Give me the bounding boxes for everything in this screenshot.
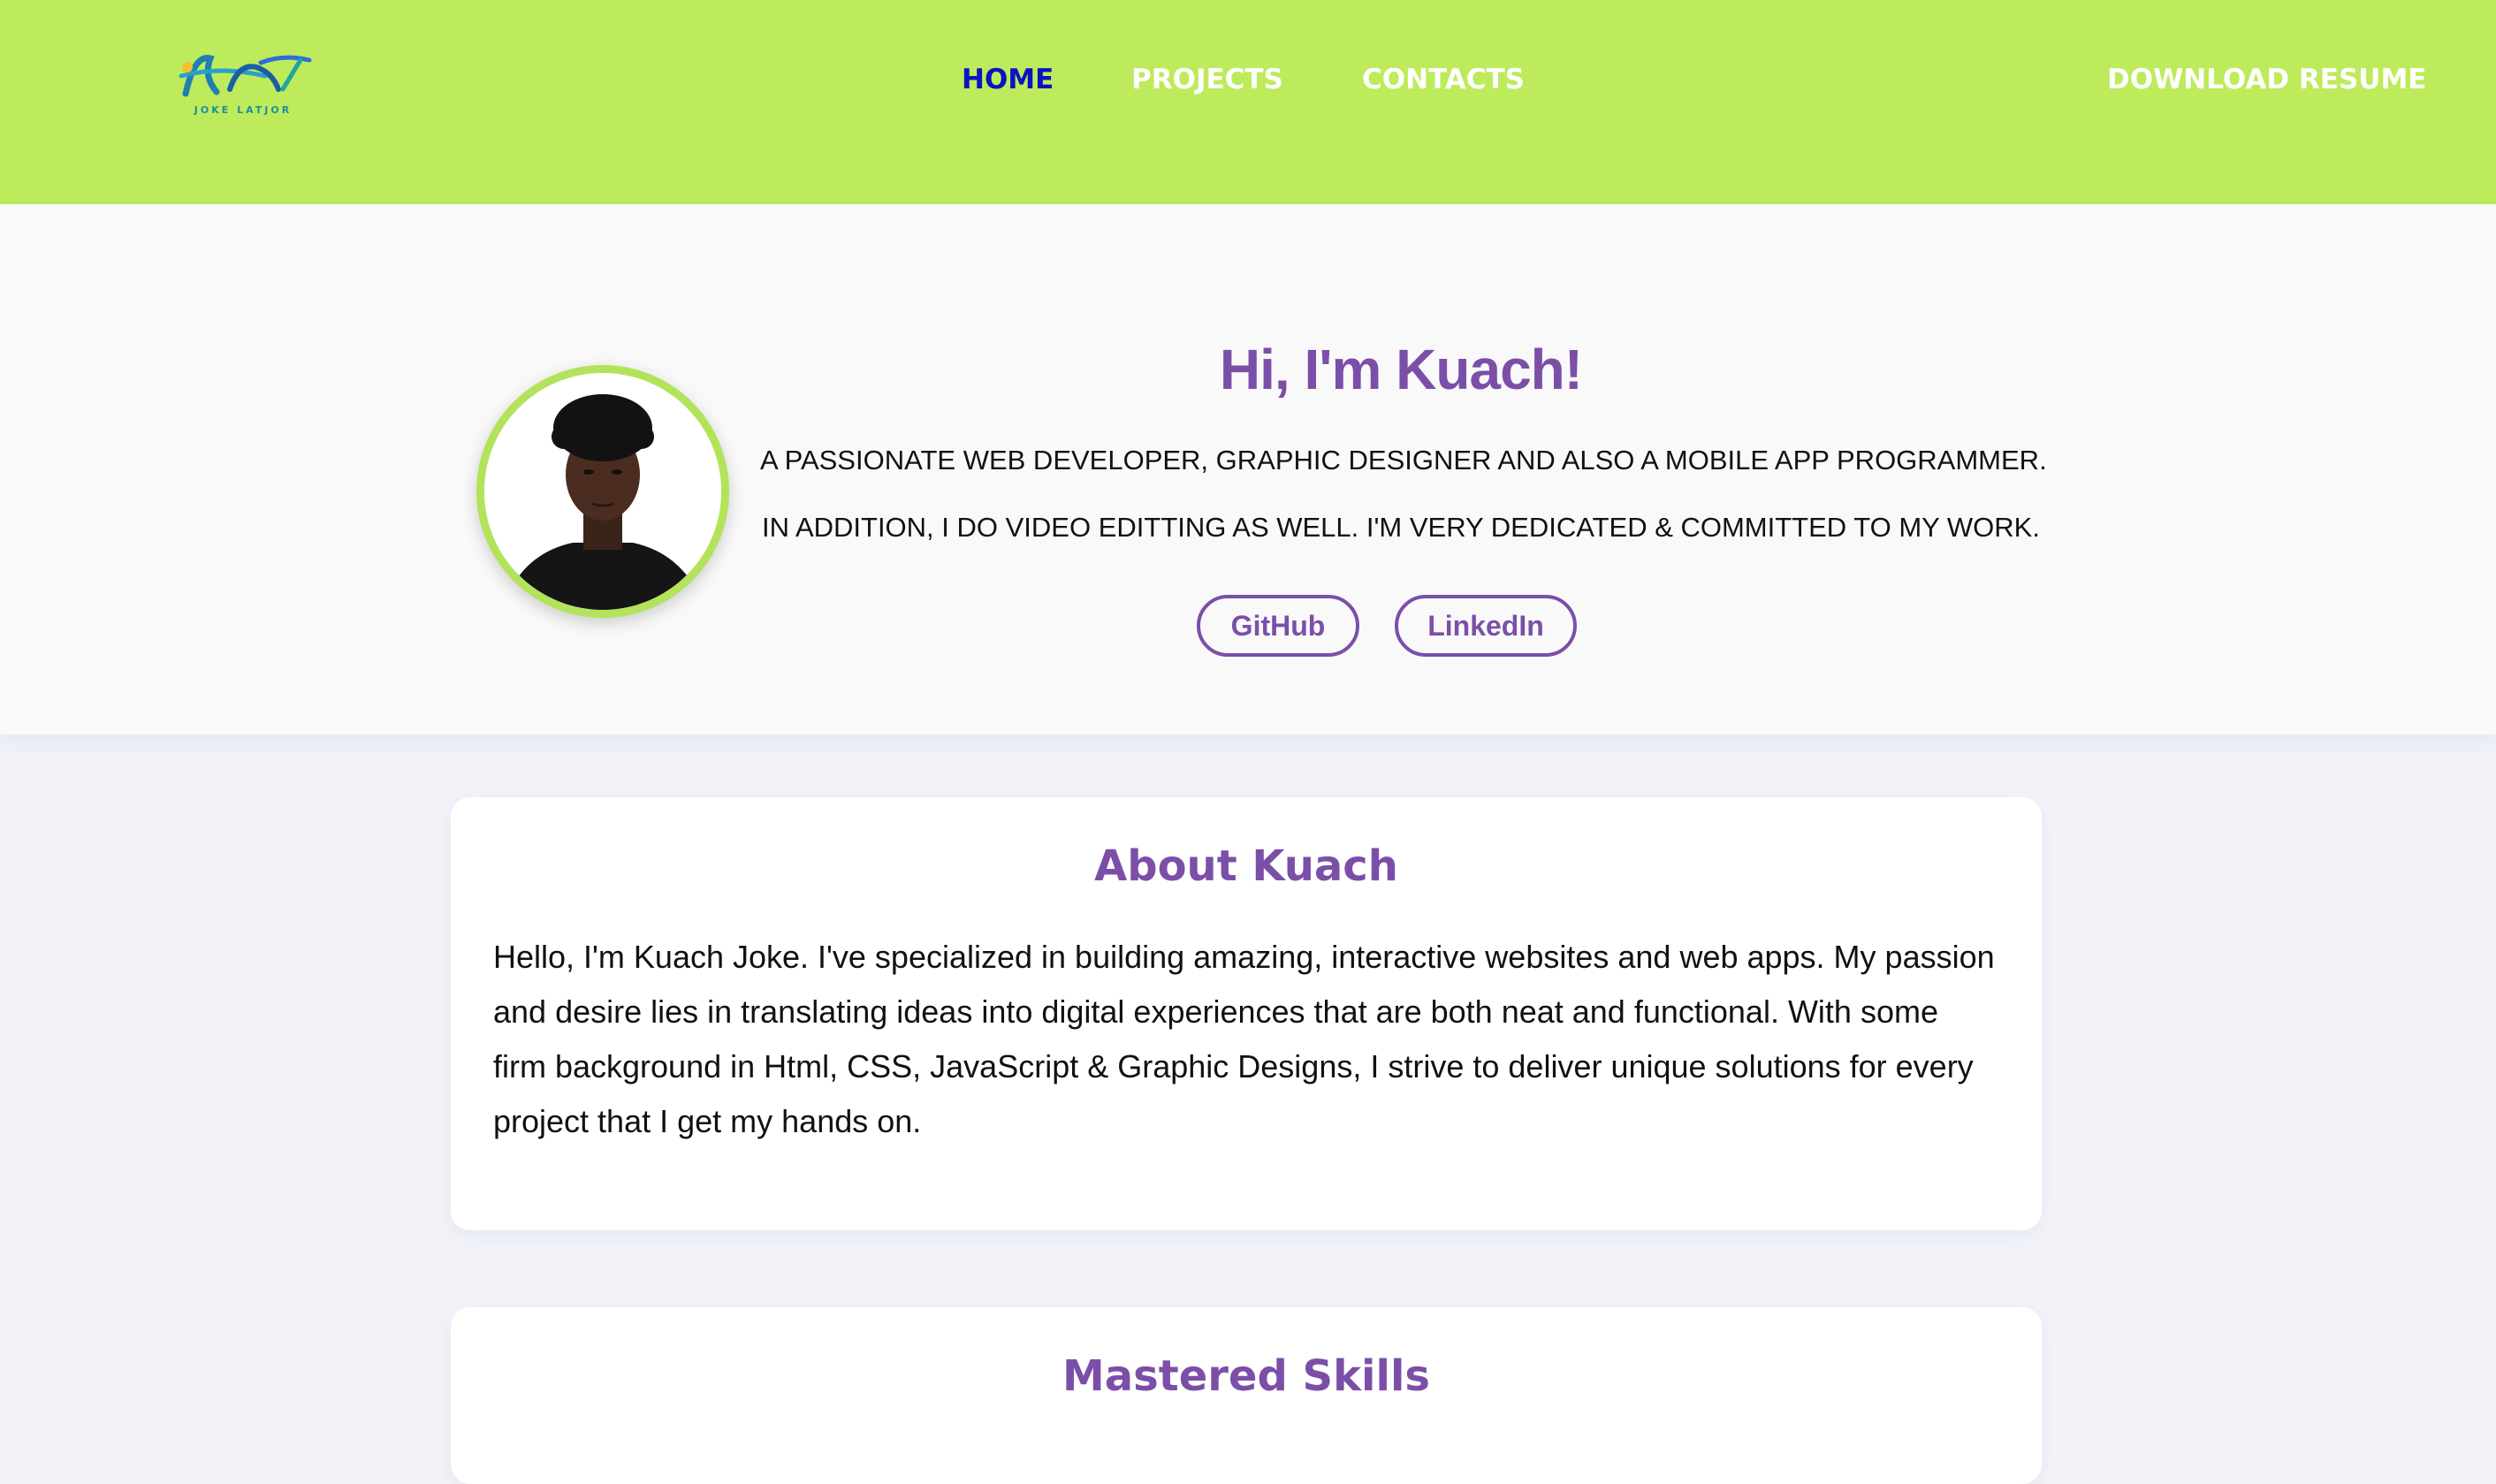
linkedin-button[interactable]: LinkedIn bbox=[1395, 595, 1577, 657]
hero-tagline-1: A PASSIONATE WEB DEVELOPER, GRAPHIC DESI… bbox=[760, 445, 2047, 476]
download-resume-link[interactable]: DOWNLOAD RESUME bbox=[2107, 60, 2426, 99]
skills-card: Mastered Skills bbox=[451, 1307, 2042, 1484]
hero-tagline-2: IN ADDITION, I DO VIDEO EDITTING AS WELL… bbox=[762, 512, 2040, 543]
nav-contacts[interactable]: CONTACTS bbox=[1362, 60, 1525, 99]
skills-title: Mastered Skills bbox=[1062, 1351, 1430, 1401]
avatar bbox=[476, 365, 729, 618]
github-button[interactable]: GitHub bbox=[1197, 595, 1359, 657]
profile-photo bbox=[484, 373, 721, 610]
site-header: JOKE LATJOR HOME PROJECTS CONTACTS DOWNL… bbox=[0, 0, 2496, 204]
about-card: About Kuach Hello, I'm Kuach Joke. I've … bbox=[451, 797, 2042, 1230]
nav-home[interactable]: HOME bbox=[962, 60, 1054, 99]
logo-text: JOKE LATJOR bbox=[194, 104, 293, 116]
main-nav: HOME PROJECTS CONTACTS DOWNLOAD RESUME bbox=[0, 60, 2496, 99]
about-title: About Kuach bbox=[1094, 841, 1398, 891]
about-text: Hello, I'm Kuach Joke. I've specialized … bbox=[493, 939, 1995, 1139]
nav-projects[interactable]: PROJECTS bbox=[1131, 60, 1283, 99]
hero-section: Hi, I'm Kuach! A PASSIONATE WEB DEVELOPE… bbox=[0, 204, 2496, 734]
hero-title: Hi, I'm Kuach! bbox=[1219, 338, 1583, 401]
